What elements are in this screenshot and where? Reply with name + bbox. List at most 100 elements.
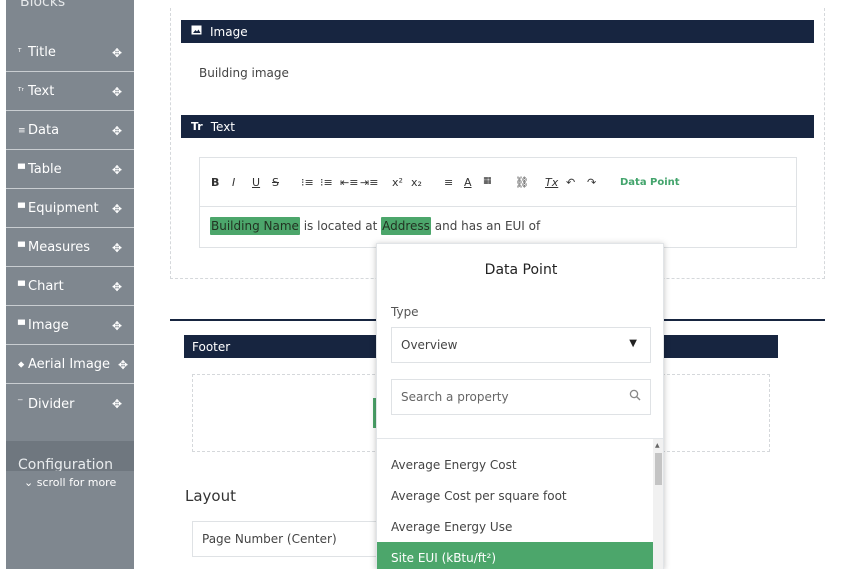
font-color-icon[interactable]: A	[464, 176, 472, 189]
property-search-input[interactable]: Search a property	[391, 379, 651, 415]
sidebar-item-text[interactable]: ᵀʳ Text ✥	[6, 73, 134, 111]
sidebar-heading: Blocks	[20, 0, 66, 10]
list-item[interactable]: Average Energy Use	[377, 511, 654, 542]
drag-move-icon[interactable]: ✥	[112, 319, 122, 333]
equipment-icon: ▀	[18, 203, 25, 214]
data-point-popup: Data Point Type Overview ▼ Search a prop…	[376, 243, 664, 569]
strikethrough-button[interactable]: S	[272, 176, 279, 189]
drag-move-icon[interactable]: ✥	[112, 241, 122, 255]
drag-move-icon[interactable]: ✥	[112, 163, 122, 177]
sidebar-item-image[interactable]: ▀ Image ✥	[6, 307, 134, 345]
title-icon: ᵀ	[18, 47, 22, 58]
type-select[interactable]: Overview ▼	[391, 327, 651, 363]
data-icon: ≡	[18, 125, 26, 136]
editor-content[interactable]: Building Name is located at Address and …	[210, 217, 541, 235]
report-editor: Blocks ᵀ Title ✥ ᵀʳ Text ✥ ≡ Data ✥ ▀ Ta…	[0, 0, 847, 569]
scroll-up-icon[interactable]: ▲	[655, 442, 660, 449]
blocks-sidebar: Blocks ᵀ Title ✥ ᵀʳ Text ✥ ≡ Data ✥ ▀ Ta…	[6, 0, 134, 569]
sidebar-item-label: Aerial Image	[28, 357, 111, 372]
clear-format-icon[interactable]: Tx	[545, 176, 558, 189]
sidebar-item-label: Table	[28, 162, 62, 177]
sidebar-item-label: Text	[28, 84, 55, 99]
sidebar-item-label: Equipment	[28, 201, 99, 216]
text-block-title: Text	[210, 119, 236, 134]
sidebar-item-title[interactable]: ᵀ Title ✥	[6, 34, 134, 72]
chart-icon: ▀	[18, 281, 25, 292]
sidebar-item-data[interactable]: ≡ Data ✥	[6, 112, 134, 150]
image-icon: ▀	[18, 320, 25, 331]
text-icon: ᵀʳ	[18, 86, 24, 97]
sidebar-item-equipment[interactable]: ▀ Equipment ✥	[6, 190, 134, 228]
data-point-chip[interactable]: Address	[381, 217, 431, 235]
map-pin-icon: ⬥	[18, 359, 25, 370]
align-icon[interactable]: ≡	[444, 176, 453, 189]
image-block-title: Image	[210, 24, 248, 39]
sidebar-item-label: Divider	[28, 396, 75, 412]
sidebar-item-label: Measures	[28, 240, 91, 255]
page-number-value: Page Number (Center)	[202, 532, 337, 546]
redo-icon[interactable]: ↷	[587, 176, 596, 189]
undo-icon[interactable]: ↶	[566, 176, 575, 189]
image-caption: Building image	[199, 66, 289, 80]
editor-text-segment: is located at	[299, 219, 382, 233]
bullet-list-icon[interactable]: ⁝≡	[320, 176, 333, 189]
drag-move-icon[interactable]: ✥	[112, 202, 122, 216]
image-icon	[191, 25, 202, 38]
sidebar-item-label: Chart	[28, 279, 64, 294]
caret-down-icon: ▼	[629, 338, 637, 349]
sidebar-item-measures[interactable]: ▀ Measures ✥	[6, 229, 134, 267]
type-select-value: Overview	[401, 338, 458, 352]
sidebar-item-label: Data	[28, 123, 60, 138]
list-item-selected[interactable]: Site EUI (kBtu/ft²)	[377, 542, 654, 569]
page-number-select[interactable]: Page Number (Center)	[192, 521, 392, 557]
sidebar-spacer	[6, 427, 134, 441]
popup-title: Data Point	[484, 262, 558, 278]
drag-move-icon[interactable]: ✥	[112, 397, 122, 411]
text-type-icon: Tr	[191, 120, 203, 133]
superscript-button[interactable]: x²	[392, 176, 403, 189]
subscript-button[interactable]: x₂	[411, 176, 422, 189]
sidebar-item-divider[interactable]: ‾ Divider ✥	[6, 385, 134, 423]
scroll-for-more-label: ⌄ scroll for more	[24, 476, 117, 489]
data-point-chip[interactable]: Building Name	[210, 217, 300, 235]
layout-label: Layout	[185, 487, 236, 505]
ordered-list-icon[interactable]: ⁝≡	[301, 176, 314, 189]
configuration-heading: Configuration	[18, 457, 113, 471]
editor-toolbar: B I U S ⁝≡ ⁝≡ ⇤≡ ⇥≡ x² x₂ ≡ A ▦ ⛓ Tx ↶ ↷…	[200, 158, 796, 207]
outdent-icon[interactable]: ⇤≡	[340, 176, 358, 189]
drag-move-icon[interactable]: ✥	[112, 124, 122, 138]
list-item[interactable]: Average Energy Cost	[377, 449, 654, 480]
sidebar-item-table[interactable]: ▀ Table ✥	[6, 151, 134, 189]
underline-button[interactable]: U	[252, 176, 260, 189]
editor-text-segment: and has an EUI of	[430, 219, 541, 233]
data-point-button[interactable]: Data Point	[620, 177, 680, 188]
property-list[interactable]: Average Energy Cost Average Cost per squ…	[377, 438, 663, 569]
divider-icon: ‾	[18, 399, 23, 409]
search-icon	[629, 389, 641, 401]
sidebar-item-label: Image	[28, 318, 69, 333]
bold-button[interactable]: B	[211, 176, 219, 189]
list-scrollbar[interactable]: ▲	[653, 439, 663, 569]
scrollbar-thumb[interactable]	[655, 453, 662, 485]
type-label: Type	[391, 305, 419, 319]
image-block-header[interactable]: Image	[181, 20, 814, 43]
drag-move-icon[interactable]: ✥	[112, 85, 122, 99]
rich-text-editor[interactable]: B I U S ⁝≡ ⁝≡ ⇤≡ ⇥≡ x² x₂ ≡ A ▦ ⛓ Tx ↶ ↷…	[199, 157, 797, 248]
scroll-for-more[interactable]: ⌄ scroll for more	[6, 471, 134, 569]
text-block-header[interactable]: Tr Text	[181, 115, 814, 138]
footer-title: Footer	[192, 339, 231, 354]
sidebar-configuration-section[interactable]: Configuration	[6, 441, 134, 471]
drag-move-icon[interactable]: ✥	[112, 280, 122, 294]
sidebar-item-aerial-image[interactable]: ⬥ Aerial Image ✥	[6, 346, 134, 384]
italic-button[interactable]: I	[232, 176, 235, 189]
list-item[interactable]: Average Cost per square foot	[377, 480, 654, 511]
link-icon[interactable]: ⛓	[515, 176, 529, 189]
sidebar-item-label: Title	[28, 45, 56, 60]
measures-icon: ▀	[18, 242, 25, 253]
drag-move-icon[interactable]: ✥	[118, 358, 128, 372]
indent-icon[interactable]: ⇥≡	[360, 176, 378, 189]
table-icon: ▀	[18, 164, 25, 175]
highlight-icon[interactable]: ▦	[483, 176, 492, 186]
sidebar-item-chart[interactable]: ▀ Chart ✥	[6, 268, 134, 306]
drag-move-icon[interactable]: ✥	[112, 46, 122, 60]
